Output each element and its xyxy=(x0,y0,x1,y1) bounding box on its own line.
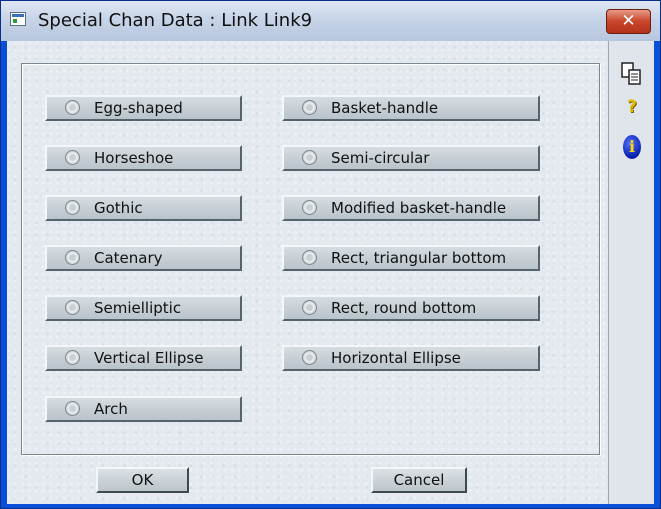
option-label: Basket-handle xyxy=(331,99,439,117)
title-bar[interactable]: Special Chan Data : Link Link9 ✕ xyxy=(1,1,660,41)
option-modified-basket-handle[interactable]: Modified basket-handle xyxy=(282,195,540,221)
option-label: Gothic xyxy=(94,199,143,217)
close-button[interactable]: ✕ xyxy=(606,9,651,34)
radio-icon xyxy=(302,250,317,265)
option-label: Catenary xyxy=(94,249,163,267)
option-basket-handle[interactable]: Basket-handle xyxy=(282,95,540,121)
option-label: Rect, triangular bottom xyxy=(331,249,507,267)
radio-icon xyxy=(302,150,317,165)
help-icon[interactable]: ? xyxy=(609,97,655,117)
option-egg-shaped[interactable]: Egg-shaped xyxy=(45,95,242,121)
option-label: Semielliptic xyxy=(94,299,182,317)
radio-icon xyxy=(302,100,317,115)
option-horizontal-ellipse[interactable]: Horizontal Ellipse xyxy=(282,345,540,371)
radio-icon xyxy=(65,150,80,165)
radio-icon xyxy=(302,350,317,365)
ok-button[interactable]: OK xyxy=(96,467,189,493)
option-label: Rect, round bottom xyxy=(331,299,477,317)
option-semielliptic[interactable]: Semielliptic xyxy=(45,295,242,321)
radio-icon xyxy=(65,350,80,365)
radio-icon xyxy=(65,100,80,115)
radio-icon xyxy=(302,300,317,315)
option-label: Arch xyxy=(94,400,128,418)
info-glyph: i xyxy=(623,135,641,159)
option-vertical-ellipse[interactable]: Vertical Ellipse xyxy=(45,345,242,371)
option-label: Horseshoe xyxy=(94,149,174,167)
copy-icon[interactable] xyxy=(609,61,655,87)
radio-icon xyxy=(65,401,80,416)
option-label: Horizontal Ellipse xyxy=(331,349,461,367)
option-arch[interactable]: Arch xyxy=(45,396,242,422)
radio-icon xyxy=(65,250,80,265)
radio-icon xyxy=(302,200,317,215)
info-icon[interactable]: i xyxy=(609,135,655,159)
option-gothic[interactable]: Gothic xyxy=(45,195,242,221)
window-title: Special Chan Data : Link Link9 xyxy=(38,10,313,31)
option-horseshoe[interactable]: Horseshoe xyxy=(45,145,242,171)
option-label: Semi-circular xyxy=(331,149,430,167)
shape-options-group: Egg-shaped Horseshoe Gothic Catenary Sem… xyxy=(21,63,600,455)
option-label: Egg-shaped xyxy=(94,99,183,117)
option-rect-round-bottom[interactable]: Rect, round bottom xyxy=(282,295,540,321)
option-rect-triangular-bottom[interactable]: Rect, triangular bottom xyxy=(282,245,540,271)
option-label: Vertical Ellipse xyxy=(94,349,204,367)
dialog-window: Special Chan Data : Link Link9 ✕ Egg-sha… xyxy=(0,0,661,509)
side-tool-panel: ? i xyxy=(608,41,654,504)
radio-icon xyxy=(65,200,80,215)
radio-icon xyxy=(65,300,80,315)
option-label: Modified basket-handle xyxy=(331,199,507,217)
window-app-icon xyxy=(10,12,26,26)
option-semi-circular[interactable]: Semi-circular xyxy=(282,145,540,171)
cancel-button[interactable]: Cancel xyxy=(371,467,467,493)
option-catenary[interactable]: Catenary xyxy=(45,245,242,271)
dialog-client-area: Egg-shaped Horseshoe Gothic Catenary Sem… xyxy=(7,41,654,504)
